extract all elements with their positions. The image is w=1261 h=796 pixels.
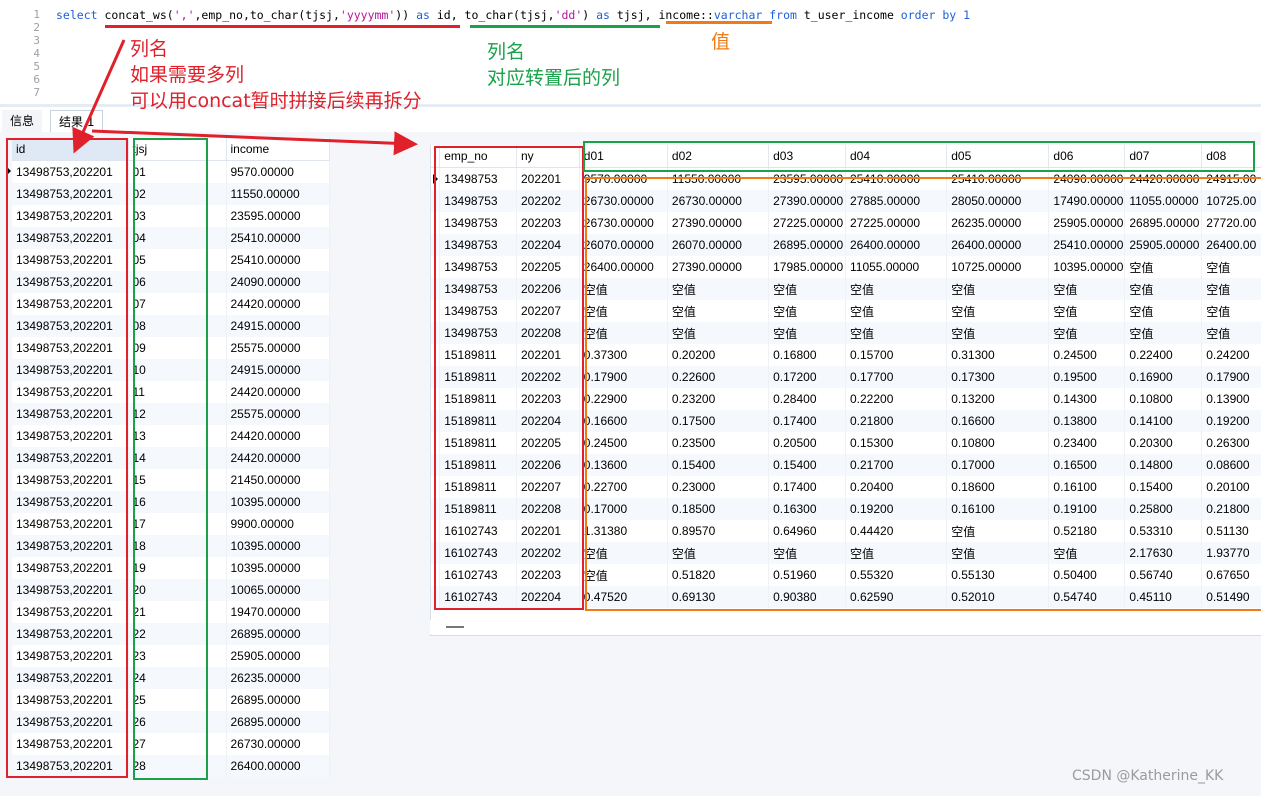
annotation-arrows (72, 39, 418, 156)
arrow-to-pivot-grid (91, 129, 418, 156)
watermark: CSDN @Katherine_KK (1072, 768, 1224, 784)
